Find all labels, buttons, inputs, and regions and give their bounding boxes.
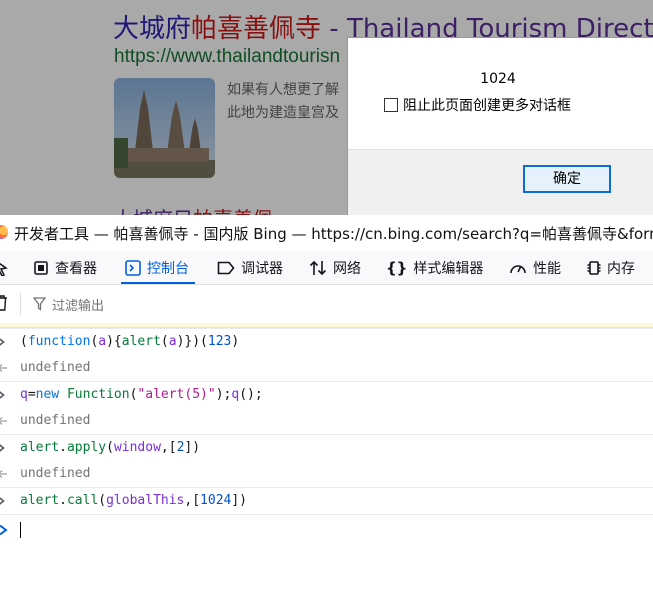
tab-label: 样式编辑器: [413, 260, 484, 277]
tab-label: 性能: [533, 260, 561, 277]
alert-dialog: 1024 阻止此页面创建更多对话框 确定: [347, 37, 653, 217]
tab-label: 网络: [333, 260, 361, 277]
console-result: undefined: [20, 466, 91, 481]
filter-icon: [33, 297, 46, 311]
console-icon: [125, 259, 141, 276]
input-chevron-icon: [0, 329, 9, 355]
console-output: (function(a){alert(a)})(123) undefined q…: [0, 328, 653, 545]
input-chevron-icon: [0, 435, 9, 461]
tab-performance[interactable]: 性能: [509, 251, 561, 284]
console-code: alert.apply(window,[2]): [20, 440, 201, 455]
console-code: q=new Function("alert(5)");q();: [20, 387, 263, 402]
tab-network[interactable]: 网络: [309, 251, 361, 284]
console-output-row: undefined: [0, 355, 653, 381]
input-chevron-icon: [0, 382, 9, 408]
style-editor-icon: {}: [386, 258, 408, 277]
console-code: (function(a){alert(a)})(123): [20, 334, 240, 349]
tab-memory[interactable]: 内存: [587, 251, 635, 284]
devtools-titlebar: 开发者工具 — 帕喜善佩寺 - 国内版 Bing — https://cn.bi…: [0, 215, 653, 251]
clear-console-icon[interactable]: [0, 295, 8, 311]
console-output-row: undefined: [0, 408, 653, 434]
output-arrow-icon: [0, 408, 9, 434]
console-input-row[interactable]: alert.call(globalThis,[1024]): [0, 487, 653, 514]
ok-button[interactable]: 确定: [523, 165, 611, 193]
memory-icon: [587, 260, 601, 275]
console-result: undefined: [20, 413, 91, 428]
output-arrow-icon: [0, 461, 9, 487]
tab-inspector[interactable]: 查看器: [33, 251, 97, 284]
tab-label: 调试器: [241, 260, 283, 277]
tab-label: 控制台: [147, 260, 189, 277]
input-chevron-icon: [0, 488, 9, 514]
console-input-row[interactable]: alert.apply(window,[2]): [0, 434, 653, 461]
filter-output-input[interactable]: 过滤输出: [52, 295, 104, 314]
toolbar-divider: [20, 293, 21, 315]
network-icon: [309, 260, 327, 275]
firefox-logo-icon: [0, 225, 8, 239]
pick-element-icon: [0, 262, 8, 276]
performance-icon: [510, 264, 526, 273]
console-input-row[interactable]: q=new Function("alert(5)");q();: [0, 381, 653, 408]
tab-label: 内存: [607, 260, 635, 277]
inspector-icon: [34, 260, 48, 275]
debugger-icon: [217, 261, 235, 274]
console-result: undefined: [20, 360, 91, 375]
window-title: 开发者工具 — 帕喜善佩寺 - 国内版 Bing — https://cn.bi…: [14, 225, 653, 243]
console-input-prompt[interactable]: [0, 514, 653, 545]
text-cursor: [20, 522, 21, 538]
dialog-message: 1024: [480, 71, 516, 87]
suppress-dialogs-label[interactable]: 阻止此页面创建更多对话框: [403, 95, 571, 115]
tab-debugger[interactable]: 调试器: [217, 251, 283, 284]
console-output-row: undefined: [0, 461, 653, 487]
devtools-window: 开发者工具 — 帕喜善佩寺 - 国内版 Bing — https://cn.bi…: [0, 215, 653, 561]
tab-label: 查看器: [55, 260, 97, 277]
prompt-chevron-icon: [0, 524, 8, 536]
pick-element-button[interactable]: [0, 251, 14, 284]
tab-style-editor[interactable]: {} 样式编辑器: [386, 251, 483, 284]
devtools-tabbar: 查看器 控制台 调试器 网络 {} 样式编辑器 性能 内存: [0, 251, 653, 285]
console-filter-bar: 过滤输出: [0, 285, 653, 324]
console-code: alert.call(globalThis,[1024]): [20, 493, 248, 508]
tab-console[interactable]: 控制台: [121, 251, 195, 284]
output-arrow-icon: [0, 355, 9, 381]
console-input-row[interactable]: (function(a){alert(a)})(123): [0, 328, 653, 355]
dialog-body: 1024 阻止此页面创建更多对话框: [348, 38, 653, 149]
suppress-dialogs-checkbox[interactable]: [384, 98, 398, 112]
suppress-dialogs-option[interactable]: 阻止此页面创建更多对话框: [384, 95, 571, 115]
